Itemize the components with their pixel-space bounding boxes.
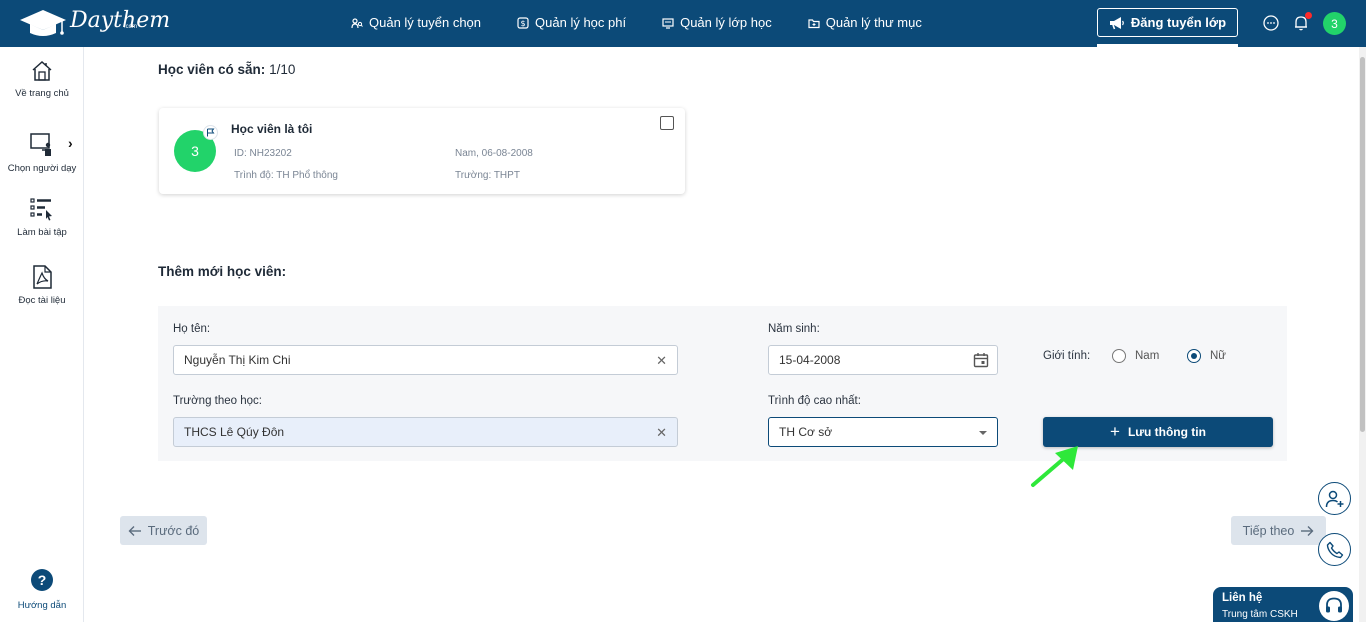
- name-input[interactable]: Nguyễn Thị Kim Chi ✕: [173, 345, 678, 375]
- add-user-button[interactable]: [1318, 482, 1351, 515]
- student-card[interactable]: 3 Học viên là tôi ID: NH23202 Nam, 06-08…: [159, 108, 685, 194]
- post-class-label: Đăng tuyển lớp: [1130, 15, 1227, 30]
- gender-label: Giới tính:: [1043, 350, 1091, 362]
- sidebar-item-label: Đọc tài liệu: [18, 295, 66, 306]
- contact-title: Liên hệ: [1222, 592, 1263, 604]
- classroom-icon: [662, 17, 674, 29]
- name-value: Nguyễn Thị Kim Chi: [184, 353, 291, 367]
- dollar-icon: $: [517, 16, 529, 29]
- help-label: Hướng dẫn: [17, 600, 67, 611]
- top-navbar: Daythem .com Quản lý tuyển chọn $ Quản l…: [0, 0, 1366, 47]
- previous-button[interactable]: Trước đó: [120, 516, 207, 545]
- chevron-down-icon: [979, 431, 987, 435]
- sidebar: Về trang chủ Chọn người dạy › Làm bài tậ…: [0, 47, 84, 622]
- people-search-icon: [351, 17, 363, 28]
- nav-item-tuition[interactable]: $ Quản lý học phí: [517, 15, 626, 30]
- sidebar-item-documents[interactable]: Đọc tài liệu: [0, 265, 84, 306]
- sidebar-item-label: Làm bài tập: [17, 227, 67, 238]
- level-value: TH Cơ sở: [779, 425, 833, 439]
- active-tab-indicator: [1097, 44, 1238, 47]
- nav-item-label: Quản lý lớp học: [680, 15, 772, 30]
- folder-icon: [808, 18, 820, 28]
- radio-dot: [1112, 349, 1126, 363]
- home-icon: [32, 60, 52, 81]
- tasks-icon: [30, 198, 52, 221]
- student-level: Trình độ: TH Phổ thông: [234, 170, 338, 181]
- clear-icon[interactable]: ✕: [656, 353, 667, 369]
- school-value: THCS Lê Qúy Đôn: [184, 425, 285, 439]
- sidebar-item-label: Về trang chủ: [15, 88, 69, 99]
- contact-support-widget[interactable]: Liên hệ Trung tâm CSKH: [1213, 587, 1353, 622]
- student-school: Trường: THPT: [455, 170, 520, 181]
- headset-icon: [1319, 591, 1349, 621]
- previous-label: Trước đó: [147, 523, 200, 538]
- nav-item-classes[interactable]: Quản lý lớp học: [662, 15, 772, 30]
- add-student-title: Thêm mới học viên:: [158, 264, 287, 279]
- megaphone-icon: [1109, 16, 1124, 29]
- nav-item-recruitment[interactable]: Quản lý tuyển chọn: [351, 15, 481, 30]
- clear-icon[interactable]: ✕: [656, 425, 667, 441]
- available-title-label: Học viên có sẵn:: [158, 62, 266, 77]
- nav-item-label: Quản lý thư mục: [825, 15, 922, 30]
- student-select-checkbox[interactable]: [660, 116, 674, 130]
- plus-icon: +: [1110, 422, 1120, 441]
- available-students-title: Học viên có sẵn: 1/10: [158, 62, 295, 77]
- phone-icon: [1326, 541, 1343, 558]
- student-id: ID: NH23202: [234, 148, 292, 159]
- gender-female-label: Nữ: [1210, 350, 1227, 362]
- nav-item-folders[interactable]: Quản lý thư mục: [808, 15, 922, 30]
- next-button[interactable]: Tiếp theo: [1231, 516, 1326, 545]
- page-scrollbar[interactable]: [1359, 47, 1366, 622]
- app-logo[interactable]: Daythem: [18, 6, 170, 40]
- add-user-icon: [1325, 490, 1343, 507]
- student-name: Học viên là tôi: [231, 122, 313, 136]
- logo-text: Daythem: [70, 7, 171, 33]
- pdf-icon: [33, 265, 52, 289]
- graduation-cap-icon: [20, 10, 66, 36]
- flag-icon: [203, 125, 218, 140]
- call-button[interactable]: [1318, 533, 1351, 566]
- calendar-icon[interactable]: [973, 352, 989, 368]
- available-count: 1/10: [269, 62, 296, 77]
- chat-icon[interactable]: [1262, 14, 1280, 32]
- birth-value: 15-04-2008: [779, 353, 841, 367]
- logo-suffix: .com: [124, 24, 138, 30]
- sidebar-item-help[interactable]: ? Hướng dẫn: [0, 569, 84, 611]
- top-nav: Quản lý tuyển chọn $ Quản lý học phí Quả…: [351, 15, 922, 30]
- nav-item-label: Quản lý tuyển chọn: [369, 15, 482, 30]
- sidebar-item-label: Chọn người dạy: [7, 163, 77, 174]
- help-icon: ?: [31, 569, 53, 591]
- post-class-button[interactable]: Đăng tuyển lớp: [1097, 8, 1238, 37]
- sidebar-item-home[interactable]: Về trang chủ: [0, 60, 84, 99]
- user-avatar[interactable]: 3: [1323, 12, 1346, 35]
- scrollbar-thumb[interactable]: [1360, 57, 1365, 432]
- student-birth: Nam, 06-08-2008: [455, 148, 533, 159]
- annotation-arrow-icon: [1031, 446, 1078, 487]
- school-input[interactable]: THCS Lê Qúy Đôn ✕: [173, 417, 678, 447]
- nav-item-label: Quản lý học phí: [535, 15, 627, 30]
- birth-date-input[interactable]: 15-04-2008: [768, 345, 998, 375]
- birth-label: Năm sinh:: [768, 323, 820, 335]
- svg-text:$: $: [520, 19, 525, 28]
- contact-subtitle: Trung tâm CSKH: [1222, 609, 1298, 620]
- save-info-label: Lưu thông tin: [1127, 425, 1206, 439]
- level-select[interactable]: TH Cơ sở: [768, 417, 998, 447]
- school-label: Trường theo học:: [173, 395, 262, 407]
- notification-dot: [1305, 12, 1312, 19]
- radio-dot-selected: [1187, 349, 1201, 363]
- chevron-right-icon[interactable]: ›: [68, 135, 73, 151]
- arrow-left-icon: [128, 525, 141, 536]
- arrow-right-icon: [1301, 525, 1314, 536]
- gender-male-label: Nam: [1135, 350, 1160, 362]
- gender-female-radio[interactable]: Nữ: [1187, 349, 1226, 363]
- sidebar-item-exercises[interactable]: Làm bài tập: [0, 197, 84, 238]
- gender-male-radio[interactable]: Nam: [1112, 349, 1159, 363]
- teacher-board-icon: [30, 133, 51, 156]
- level-label: Trình độ cao nhất:: [768, 395, 861, 407]
- next-label: Tiếp theo: [1242, 523, 1295, 538]
- name-label: Họ tên:: [173, 323, 211, 335]
